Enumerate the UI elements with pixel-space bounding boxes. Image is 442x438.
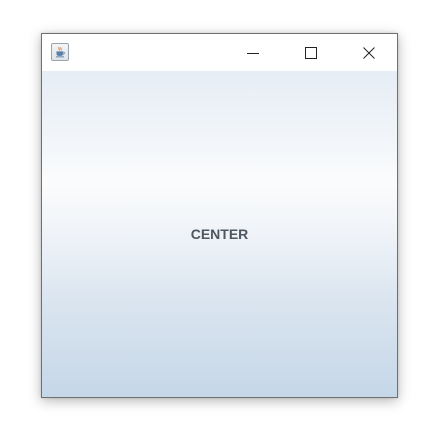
close-button[interactable]: [346, 34, 392, 71]
minimize-button[interactable]: [230, 34, 276, 71]
content-panel: CENTER: [42, 71, 397, 397]
title-bar[interactable]: [42, 34, 397, 71]
close-icon: [363, 46, 375, 59]
java-cup-icon[interactable]: [51, 43, 69, 61]
maximize-button[interactable]: [288, 34, 334, 71]
maximize-icon: [305, 46, 317, 59]
app-window: CENTER: [41, 33, 398, 398]
minimize-icon: [247, 52, 259, 54]
center-label: CENTER: [190, 226, 249, 242]
